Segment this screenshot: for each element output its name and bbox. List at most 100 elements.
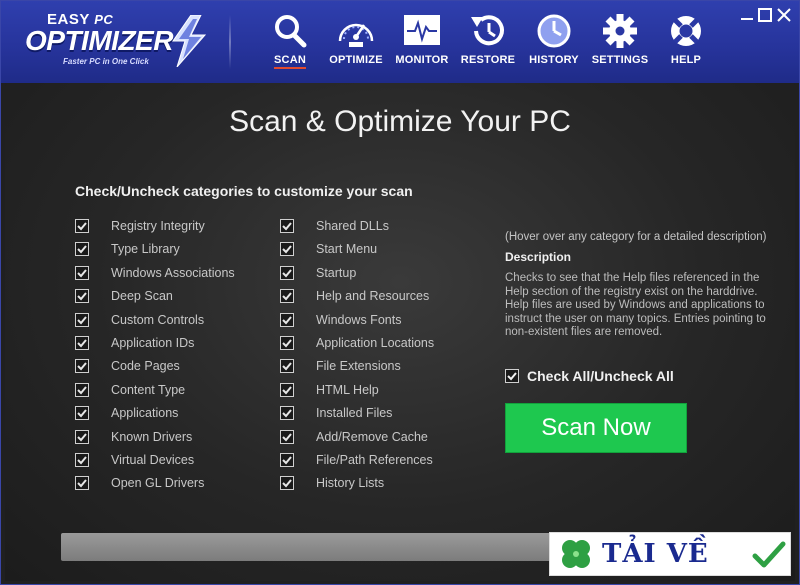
minimize-icon[interactable] bbox=[739, 7, 755, 23]
checkbox[interactable] bbox=[75, 289, 89, 304]
category-item[interactable]: Type Library bbox=[75, 240, 180, 258]
watermark-text: TẢI VỀ bbox=[602, 539, 709, 569]
nav-label: MONITOR bbox=[395, 54, 449, 66]
category-item[interactable]: Start Menu bbox=[280, 240, 377, 258]
checkmark-icon bbox=[282, 339, 292, 348]
category-item[interactable]: Custom Controls bbox=[75, 311, 204, 329]
nav-monitor[interactable]: MONITOR bbox=[389, 9, 455, 75]
checkmark-icon bbox=[77, 292, 87, 301]
checkbox[interactable] bbox=[75, 242, 89, 257]
checkbox[interactable] bbox=[75, 312, 89, 327]
checkmark-icon bbox=[77, 432, 87, 442]
speedometer-icon bbox=[338, 23, 374, 47]
category-label: Application IDs bbox=[111, 336, 195, 350]
category-item[interactable]: Open GL Drivers bbox=[75, 474, 204, 492]
checkbox[interactable] bbox=[75, 336, 89, 350]
categories-instruction: Check/Uncheck categories to customize yo… bbox=[75, 183, 413, 199]
nav-help[interactable]: HELP bbox=[653, 9, 719, 75]
checkbox[interactable] bbox=[280, 312, 294, 327]
description-text: Checks to see that the Help files refere… bbox=[505, 272, 766, 339]
lifebuoy-icon bbox=[671, 16, 701, 46]
checkmark-icon bbox=[282, 245, 292, 254]
checkmark-icon bbox=[282, 456, 292, 465]
category-item[interactable]: History Lists bbox=[280, 474, 384, 492]
check-all-label: Check All/Uncheck All bbox=[527, 368, 674, 384]
category-item[interactable]: Application IDs bbox=[75, 334, 194, 352]
checkbox[interactable] bbox=[75, 219, 89, 233]
checkmark-icon bbox=[282, 269, 292, 278]
checkmark-icon bbox=[77, 222, 87, 231]
checkbox[interactable] bbox=[280, 336, 294, 350]
checkmark-icon bbox=[282, 409, 292, 418]
nav-label: SETTINGS bbox=[591, 54, 649, 66]
checkbox[interactable] bbox=[280, 359, 294, 374]
checkbox[interactable] bbox=[280, 289, 294, 304]
category-item[interactable]: Shared DLLs bbox=[280, 217, 389, 235]
category-item[interactable]: Code Pages bbox=[75, 357, 180, 375]
maximize-icon[interactable] bbox=[757, 7, 773, 23]
scan-now-button[interactable]: Scan Now bbox=[505, 403, 687, 453]
checkbox[interactable] bbox=[280, 382, 294, 397]
checkbox[interactable] bbox=[75, 382, 89, 397]
nav-history[interactable]: HISTORY bbox=[521, 9, 587, 75]
checkmark-icon bbox=[77, 362, 87, 371]
category-item[interactable]: Content Type bbox=[75, 381, 185, 399]
category-label: Registry Integrity bbox=[111, 219, 205, 233]
category-item[interactable]: Registry Integrity bbox=[75, 217, 205, 235]
lightning-bolt-icon bbox=[172, 15, 207, 67]
check-all-toggle[interactable]: Check All/Uncheck All bbox=[505, 368, 674, 384]
category-item[interactable]: Installed Files bbox=[280, 404, 392, 422]
nav-label: HISTORY bbox=[529, 54, 579, 66]
checkmark-icon bbox=[77, 479, 87, 488]
category-label: Content Type bbox=[111, 382, 186, 397]
nav-restore[interactable]: RESTORE bbox=[455, 9, 521, 75]
pulse-monitor-icon bbox=[404, 15, 440, 45]
checkbox[interactable] bbox=[505, 369, 519, 383]
description-heading: Description bbox=[505, 250, 572, 264]
checkbox[interactable] bbox=[280, 476, 294, 491]
checkmark-icon bbox=[282, 479, 292, 488]
page-title: Scan & Optimize Your PC bbox=[229, 105, 571, 138]
category-item[interactable]: Applications bbox=[75, 404, 178, 422]
checkbox[interactable] bbox=[75, 476, 89, 491]
checkbox[interactable] bbox=[75, 406, 89, 421]
category-item[interactable]: Startup bbox=[280, 264, 356, 282]
category-item[interactable]: Help and Resources bbox=[280, 287, 429, 305]
category-item[interactable]: Deep Scan bbox=[75, 287, 173, 305]
checkmark-icon bbox=[507, 372, 517, 381]
category-item[interactable]: HTML Help bbox=[280, 381, 379, 399]
checkmark-icon bbox=[282, 292, 292, 301]
category-item[interactable]: Add/Remove Cache bbox=[280, 428, 428, 446]
nav-optimize[interactable]: OPTIMIZE bbox=[323, 9, 389, 75]
category-label: Application Locations bbox=[316, 336, 435, 350]
checkbox[interactable] bbox=[75, 265, 89, 280]
checkmark-icon bbox=[77, 386, 87, 395]
category-label: Add/Remove Cache bbox=[316, 429, 428, 444]
checkbox[interactable] bbox=[280, 242, 294, 257]
checkbox[interactable] bbox=[280, 429, 294, 444]
category-label: History Lists bbox=[316, 476, 385, 491]
category-item[interactable]: Windows Fonts bbox=[280, 311, 401, 329]
header-bar: EASY PC OPTIMIZER Faster PC in One Click… bbox=[1, 1, 799, 83]
header-divider bbox=[229, 15, 231, 69]
category-item[interactable]: Virtual Devices bbox=[75, 451, 194, 469]
checkbox[interactable] bbox=[280, 453, 294, 467]
nav-label: RESTORE bbox=[460, 54, 516, 66]
checkbox[interactable] bbox=[280, 265, 294, 280]
close-icon[interactable] bbox=[776, 7, 792, 23]
category-label: Known Drivers bbox=[111, 429, 193, 444]
category-item[interactable]: Known Drivers bbox=[75, 428, 192, 446]
nav-settings[interactable]: SETTINGS bbox=[587, 9, 653, 75]
scan-panel: Scan & Optimize Your PC Check/Uncheck ca… bbox=[5, 83, 795, 581]
checkmark-icon bbox=[77, 315, 87, 325]
checkbox[interactable] bbox=[75, 429, 89, 444]
category-item[interactable]: Windows Associations bbox=[75, 264, 235, 282]
category-item[interactable]: File/Path References bbox=[280, 451, 433, 469]
checkbox[interactable] bbox=[75, 359, 89, 374]
checkbox[interactable] bbox=[75, 453, 89, 467]
checkbox[interactable] bbox=[280, 406, 294, 421]
nav-scan[interactable]: SCAN bbox=[257, 9, 323, 75]
checkbox[interactable] bbox=[280, 219, 294, 233]
category-item[interactable]: File Extensions bbox=[280, 357, 401, 375]
category-item[interactable]: Application Locations bbox=[280, 334, 434, 352]
